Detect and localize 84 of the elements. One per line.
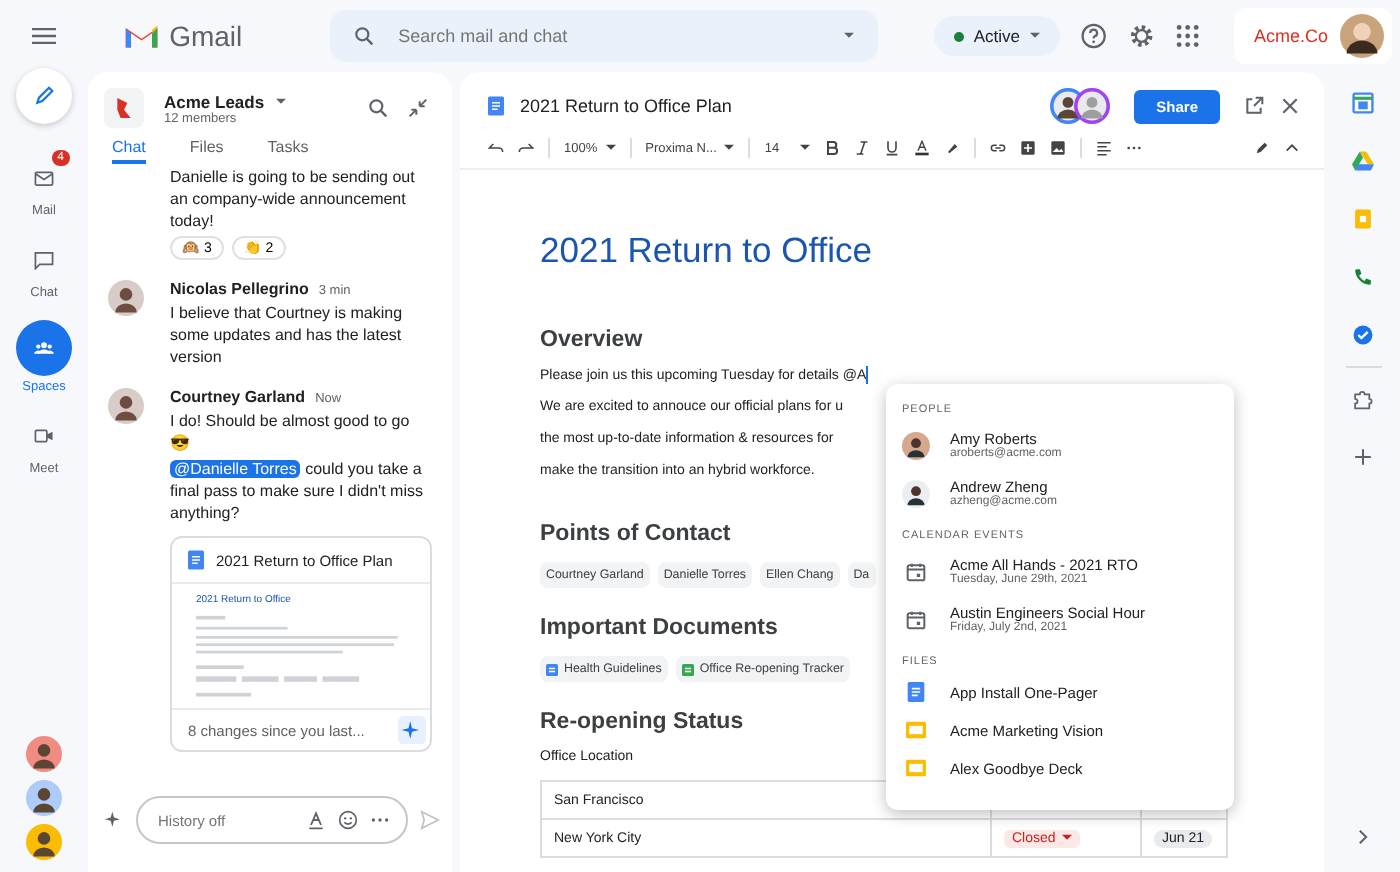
- drive-icon[interactable]: [1352, 150, 1374, 172]
- mention-chip[interactable]: @Danielle Torres: [170, 460, 301, 478]
- sparkle-icon[interactable]: [104, 810, 124, 830]
- section-heading: Re-opening Status: [540, 710, 744, 735]
- link-icon[interactable]: [989, 140, 1006, 156]
- tasks-icon[interactable]: [1352, 324, 1374, 346]
- caret-icon[interactable]: [843, 32, 854, 40]
- collapse-icon[interactable]: [408, 98, 428, 118]
- settings-icon[interactable]: [1127, 22, 1155, 50]
- video-camera-icon: [34, 426, 54, 446]
- undo-icon[interactable]: [488, 140, 504, 156]
- apps-grid-icon[interactable]: [1174, 22, 1202, 50]
- message-text: @Danielle Torres could you take a final pass to make sure I didn't miss anything?: [170, 458, 425, 524]
- chat-bubble-icon: [34, 250, 54, 270]
- docs-icon: [906, 682, 926, 702]
- sparkle-icon[interactable]: [398, 716, 426, 744]
- caret-icon: [799, 144, 810, 152]
- section-heading: Points of Contact: [540, 522, 731, 547]
- add-comment-icon[interactable]: [1019, 140, 1036, 156]
- image-icon[interactable]: [1049, 140, 1066, 156]
- space-name[interactable]: Acme Leads: [164, 91, 348, 111]
- avatar: [1340, 14, 1384, 58]
- puzzle-icon[interactable]: [1352, 388, 1374, 410]
- text-color-icon[interactable]: [913, 140, 930, 156]
- mail-icon: [34, 168, 54, 188]
- avatar: [902, 431, 930, 459]
- compose-button[interactable]: [16, 68, 72, 124]
- avatar: [1074, 88, 1111, 124]
- space-icon: [104, 88, 144, 128]
- status-button[interactable]: Active: [933, 16, 1061, 56]
- open-in-new-icon[interactable]: [1244, 96, 1264, 116]
- align-icon[interactable]: [1095, 140, 1112, 156]
- gmail-logo-icon: [124, 22, 160, 50]
- chat-tab[interactable]: Chat: [112, 136, 146, 164]
- avatar[interactable]: [26, 780, 62, 816]
- people-icon: [34, 338, 54, 358]
- calendar-icon: [906, 561, 926, 581]
- chat-tab[interactable]: Files: [189, 136, 224, 164]
- docs-icon: [546, 663, 558, 676]
- caret-icon: [276, 97, 287, 105]
- search-bar[interactable]: Search mail and chat: [330, 10, 878, 62]
- account-badge[interactable]: Acme.Co: [1233, 8, 1392, 64]
- pencil-icon[interactable]: [1254, 140, 1270, 156]
- pencil-icon: [34, 86, 54, 106]
- calendar-icon[interactable]: [1352, 92, 1374, 114]
- caret-icon: [605, 144, 616, 152]
- calendar-icon: [906, 609, 926, 629]
- redo-icon[interactable]: [518, 140, 534, 156]
- help-icon[interactable]: [1080, 22, 1108, 50]
- message-author: Nicolas Pellegrino: [170, 280, 309, 298]
- app-name: Gmail: [169, 20, 243, 52]
- avatar: [108, 280, 144, 316]
- search-field[interactable]: Search mail and chat: [394, 24, 824, 48]
- message-author: Courtney Garland: [170, 388, 306, 406]
- italic-icon[interactable]: [853, 140, 870, 156]
- plus-icon[interactable]: [1352, 446, 1374, 468]
- avatar: [902, 479, 930, 507]
- caret-icon: [1061, 834, 1072, 843]
- docs-icon: [188, 550, 204, 570]
- docs-icon: [488, 96, 504, 116]
- caret-icon: [724, 144, 735, 152]
- avatar[interactable]: [26, 736, 62, 772]
- sheets-icon: [681, 663, 694, 676]
- underline-icon[interactable]: [883, 140, 900, 156]
- bold-icon[interactable]: [823, 140, 840, 156]
- search-icon: [354, 26, 375, 46]
- menu-icon[interactable]: [32, 26, 56, 46]
- section-heading: Overview: [540, 328, 643, 352]
- document-heading: 2021 Return to Office: [540, 230, 873, 272]
- phone-icon[interactable]: [1352, 266, 1374, 288]
- avatar: [108, 388, 144, 424]
- avatar[interactable]: [26, 824, 62, 860]
- chat-tab[interactable]: Tasks: [267, 136, 309, 164]
- search-icon[interactable]: [368, 98, 388, 118]
- document-title: 2021 Return to Office Plan: [520, 96, 732, 116]
- message-text: Danielle is going to be sending out an company-wide announcement today!: [170, 166, 417, 232]
- caret-icon: [1030, 32, 1041, 40]
- message-text: I believe that Courtney is making some updates and has the latest version: [170, 302, 405, 368]
- chevron-up-icon[interactable]: [1284, 140, 1300, 156]
- highlighter-icon[interactable]: [943, 140, 960, 156]
- close-icon[interactable]: [1280, 96, 1300, 116]
- emoji-icon[interactable]: [338, 810, 358, 830]
- section-heading: Important Documents: [540, 616, 778, 641]
- text-format-icon[interactable]: [306, 810, 326, 830]
